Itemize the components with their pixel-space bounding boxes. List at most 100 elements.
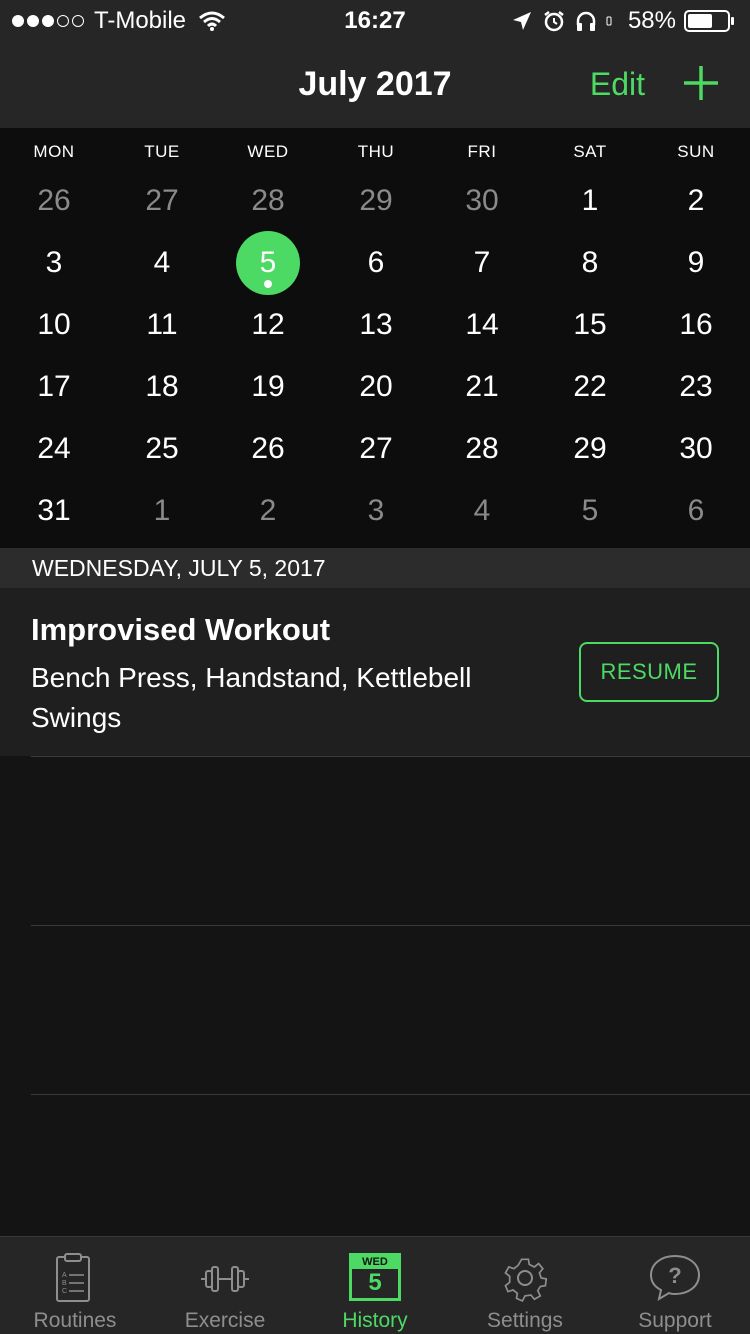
calendar-day[interactable]: 1	[555, 170, 625, 232]
calendar-day[interactable]: 10	[19, 294, 89, 356]
calendar-day-number: 9	[687, 246, 705, 279]
calendar-day[interactable]: 4	[447, 480, 517, 542]
tab-support[interactable]: ? Support	[600, 1237, 750, 1334]
calendar-icon-date: 5	[368, 1269, 382, 1296]
calendar-day[interactable]: 12	[233, 294, 303, 356]
navigation-bar: July 2017 Edit	[0, 40, 750, 128]
calendar-day[interactable]: 27	[127, 170, 197, 232]
calendar-day-number: 24	[37, 432, 71, 465]
calendar-day-selected[interactable]: 5	[233, 231, 303, 295]
svg-text:A: A	[62, 1272, 67, 1279]
tab-settings[interactable]: Settings	[450, 1237, 600, 1334]
svg-text:C: C	[62, 1288, 67, 1295]
row-separator	[31, 756, 750, 757]
calendar-day[interactable]: 22	[555, 356, 625, 418]
calendar-day[interactable]: 28	[233, 170, 303, 232]
calendar-day-number: 14	[465, 308, 499, 341]
calendar-day-number: 1	[153, 494, 171, 527]
calendar-day-number: 30	[465, 184, 499, 217]
calendar-day[interactable]: 24	[19, 418, 89, 480]
calendar-day[interactable]: 18	[127, 356, 197, 418]
calendar-day[interactable]: 23	[661, 356, 731, 418]
calendar-day[interactable]: 1	[127, 480, 197, 542]
tab-label: Routines	[33, 1309, 117, 1332]
tab-label: History	[342, 1309, 408, 1332]
workout-row[interactable]: Improvised Workout Bench Press, Handstan…	[0, 588, 750, 756]
calendar-day[interactable]: 25	[127, 418, 197, 480]
calendar-day[interactable]: 30	[661, 418, 731, 480]
calendar-day-number: 17	[37, 370, 71, 403]
question-bubble-icon: ?	[649, 1254, 701, 1302]
calendar-day[interactable]: 14	[447, 294, 517, 356]
calendar-day-number: 6	[367, 246, 385, 279]
calendar-day[interactable]: 29	[555, 418, 625, 480]
calendar-day[interactable]: 7	[447, 232, 517, 294]
calendar-day-number: 25	[145, 432, 179, 465]
tab-label: Exercise	[184, 1309, 266, 1332]
calendar-day-number: 11	[146, 308, 178, 341]
clipboard-icon: A B C	[56, 1253, 90, 1302]
calendar-day-number: 28	[465, 432, 499, 465]
calendar-day[interactable]: 16	[661, 294, 731, 356]
calendar-week-row: 24 25 26 27 28 29 30	[0, 418, 750, 480]
calendar-day-number: 22	[573, 370, 607, 403]
calendar-day[interactable]: 26	[19, 170, 89, 232]
calendar-day[interactable]: 4	[127, 232, 197, 294]
calendar-day[interactable]: 3	[341, 480, 411, 542]
gear-icon	[504, 1258, 548, 1303]
calendar-day-number: 27	[145, 184, 179, 217]
calendar-day[interactable]: 31	[19, 480, 89, 542]
svg-text:B: B	[62, 1280, 67, 1287]
calendar-icon: WED 5	[349, 1253, 401, 1301]
calendar-day[interactable]: 9	[661, 232, 731, 294]
location-arrow-icon	[512, 12, 531, 30]
calendar-day[interactable]: 8	[555, 232, 625, 294]
calendar-day[interactable]: 11	[127, 294, 197, 356]
calendar-day[interactable]: 26	[233, 418, 303, 480]
calendar-day-number: 19	[251, 370, 285, 403]
calendar-day-number: 16	[679, 308, 713, 341]
calendar-day-number: 8	[581, 246, 599, 279]
add-icon[interactable]	[682, 64, 720, 102]
weekday-label: SUN	[677, 142, 715, 161]
workout-indicator-dot	[264, 280, 272, 288]
calendar-day[interactable]: 19	[233, 356, 303, 418]
calendar-day[interactable]: 27	[341, 418, 411, 480]
calendar-day-number: 2	[259, 494, 277, 527]
calendar-day[interactable]: 29	[341, 170, 411, 232]
tab-history[interactable]: WED 5 History	[300, 1237, 450, 1334]
weekday-label: THU	[357, 142, 395, 161]
calendar-day-number: 23	[679, 370, 713, 403]
calendar-week-row: 26 27 28 29 30 1 2	[0, 170, 750, 232]
calendar-day[interactable]: 2	[661, 170, 731, 232]
weekday-label: SAT	[573, 142, 607, 161]
calendar-day-number: 18	[145, 370, 179, 403]
calendar-day-number: 12	[251, 308, 285, 341]
calendar-day[interactable]: 13	[341, 294, 411, 356]
calendar-day[interactable]: 6	[661, 480, 731, 542]
calendar-day[interactable]: 15	[555, 294, 625, 356]
calendar-day[interactable]: 2	[233, 480, 303, 542]
calendar-day[interactable]: 3	[19, 232, 89, 294]
calendar-day-number: 28	[251, 184, 285, 217]
calendar-icon-day: WED	[352, 1256, 398, 1269]
tab-label: Support	[638, 1309, 712, 1332]
resume-button[interactable]: RESUME	[579, 642, 719, 702]
calendar-day[interactable]: 30	[447, 170, 517, 232]
tab-routines[interactable]: A B C Routines	[0, 1237, 150, 1334]
calendar-day[interactable]: 28	[447, 418, 517, 480]
headphones-icon	[576, 11, 596, 31]
alarm-icon	[544, 11, 564, 32]
calendar-day[interactable]: 21	[447, 356, 517, 418]
calendar-day-number: 7	[473, 246, 491, 279]
tab-exercise[interactable]: Exercise	[150, 1237, 300, 1334]
calendar-day[interactable]: 20	[341, 356, 411, 418]
weekday-label: WED	[247, 142, 289, 161]
calendar-week-row: 31 1 2 3 4 5 6	[0, 480, 750, 542]
calendar-day[interactable]: 5	[555, 480, 625, 542]
calendar-day[interactable]: 17	[19, 356, 89, 418]
calendar-day-number: 10	[37, 308, 71, 341]
calendar-day[interactable]: 6	[341, 232, 411, 294]
edit-button[interactable]: Edit	[590, 40, 645, 128]
weekday-label: MON	[33, 142, 75, 161]
